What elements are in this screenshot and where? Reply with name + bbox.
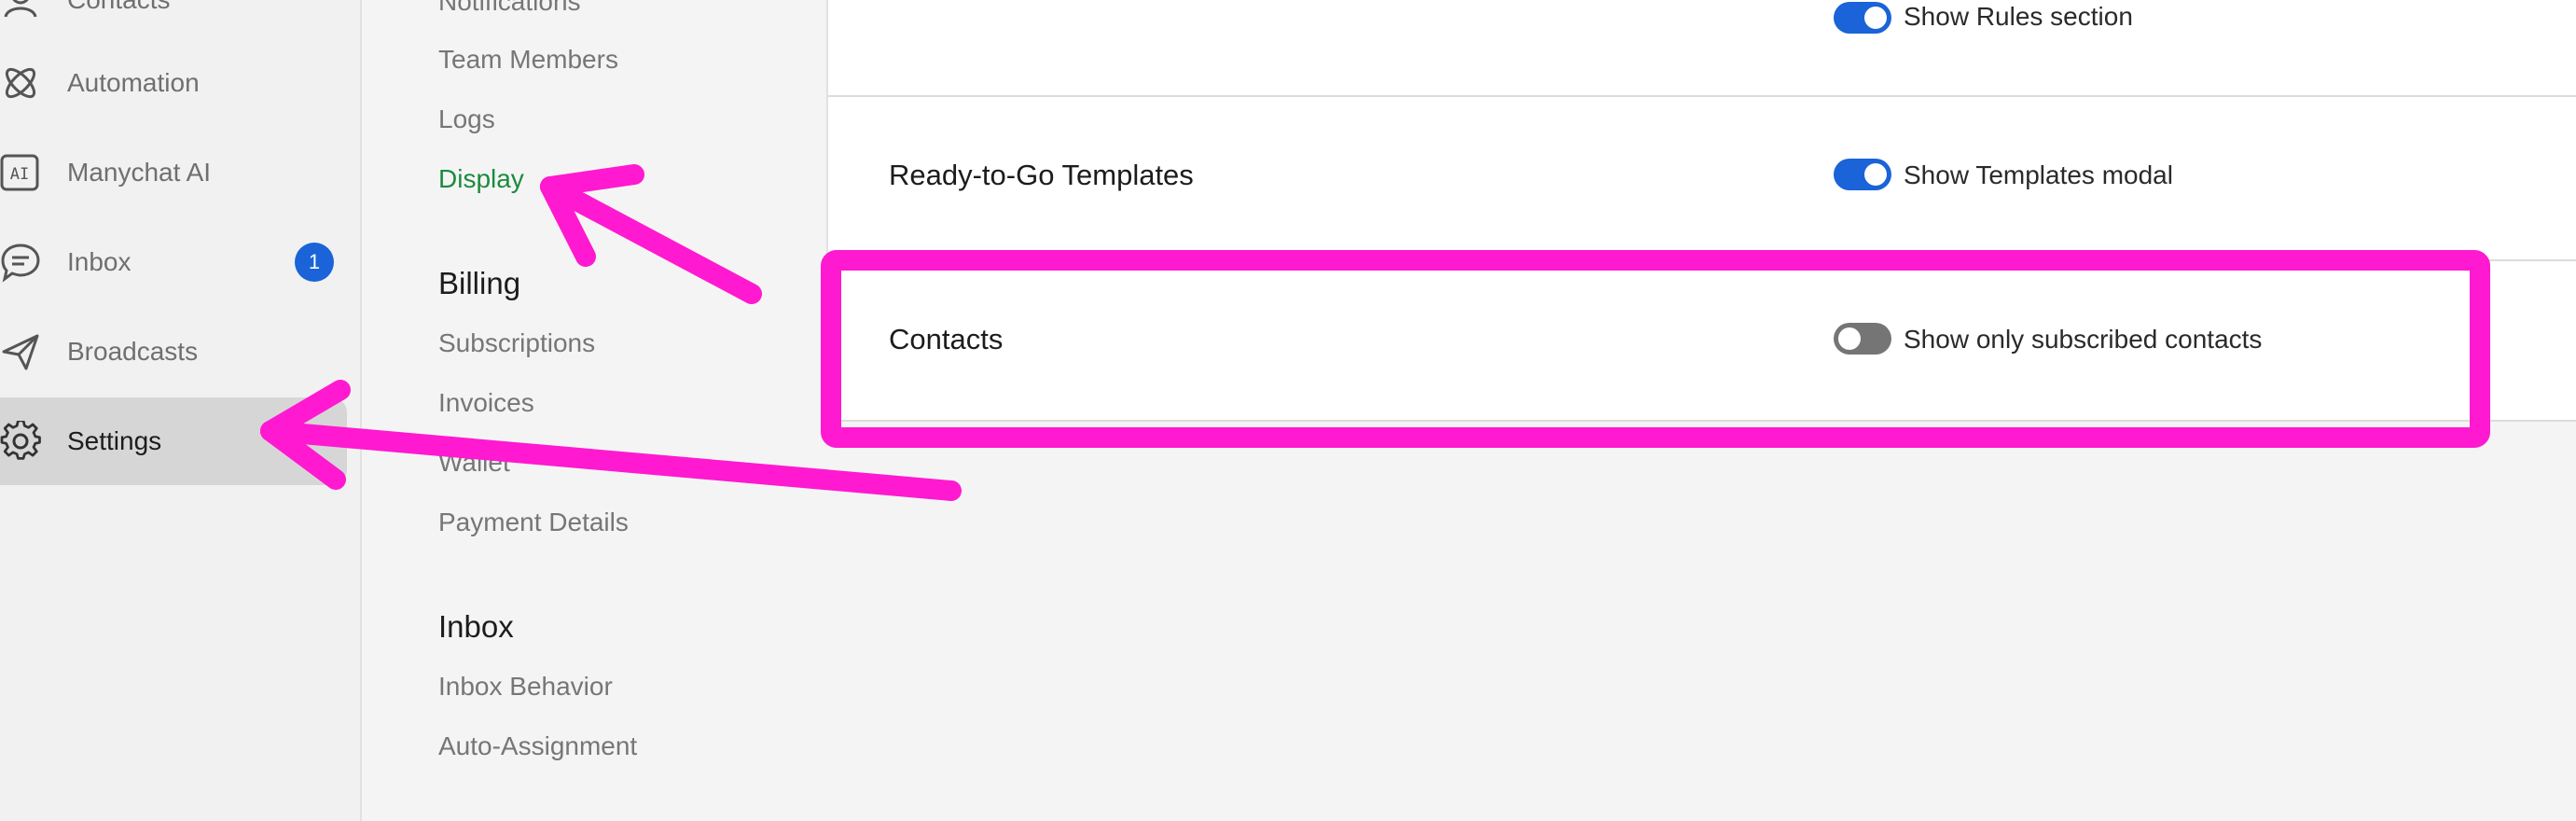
submenu-link-auto-assignment[interactable]: Auto-Assignment [438, 731, 637, 761]
sidebar-item-inbox[interactable]: Inbox 1 [0, 218, 347, 306]
submenu-link-inbox-behavior[interactable]: Inbox Behavior [438, 672, 613, 702]
sidebar-item-label: Contacts [67, 0, 171, 15]
settings-submenu: Notifications Team Members Logs Display … [362, 0, 826, 821]
ai-icon-text: AI [10, 165, 29, 184]
submenu-link-team-members[interactable]: Team Members [438, 45, 618, 75]
row-title: Ready-to-Go Templates [889, 159, 1194, 191]
sidebar-item-contacts[interactable]: Contacts [0, 0, 347, 44]
submenu-link-invoices[interactable]: Invoices [438, 388, 534, 418]
ai-icon: AI [0, 154, 39, 191]
sidebar-item-label: Broadcasts [67, 337, 199, 366]
user-icon [4, 0, 37, 18]
unread-badge: 1 [295, 243, 334, 282]
sidebar-item-label: Settings [67, 426, 162, 455]
subscribed-contacts-toggle[interactable] [1834, 323, 1891, 355]
submenu-link-notifications[interactable]: Notifications [438, 0, 581, 17]
submenu-heading-billing: Billing [438, 266, 521, 300]
rules-section-toggle[interactable] [1834, 2, 1891, 34]
sidebar-item-broadcasts[interactable]: Broadcasts [0, 308, 347, 396]
settings-row-rules: Show Rules section [826, 0, 2576, 95]
submenu-link-payment-details[interactable]: Payment Details [438, 508, 629, 537]
submenu-heading-inbox: Inbox [438, 609, 514, 644]
submenu-link-display[interactable]: Display [438, 164, 524, 194]
display-settings-panel: Show Rules section Ready-to-Go Templates… [826, 0, 2576, 821]
sidebar-item-label: Automation [67, 68, 200, 97]
toggle-label: Show Templates modal [1904, 160, 2173, 189]
settings-row-contacts: Contacts Show only subscribed contacts [826, 261, 2576, 420]
main-sidebar: Contacts Automation AI Manychat AI Inbox… [0, 0, 362, 821]
submenu-link-subscriptions[interactable]: Subscriptions [438, 328, 595, 358]
sidebar-item-settings[interactable]: Settings [0, 397, 347, 485]
sidebar-item-manychat-ai[interactable]: AI Manychat AI [0, 129, 347, 216]
toggle-label: Show only subscribed contacts [1904, 325, 2263, 354]
submenu-link-logs[interactable]: Logs [438, 104, 495, 134]
settings-row-templates: Ready-to-Go Templates Show Templates mod… [826, 97, 2576, 259]
sidebar-item-automation[interactable]: Automation [0, 39, 347, 127]
toggle-label: Show Rules section [1904, 2, 2133, 31]
sidebar-item-label: Manychat AI [67, 158, 212, 187]
sidebar-item-label: Inbox [67, 247, 132, 276]
templates-modal-toggle[interactable] [1834, 159, 1891, 190]
chat-bubble-icon [1, 244, 40, 283]
send-icon [2, 334, 39, 370]
row-divider [826, 420, 2576, 422]
gear-icon [0, 421, 41, 460]
automation-icon [5, 67, 36, 99]
row-title: Contacts [889, 323, 1004, 355]
submenu-link-wallet[interactable]: Wallet [438, 448, 510, 478]
